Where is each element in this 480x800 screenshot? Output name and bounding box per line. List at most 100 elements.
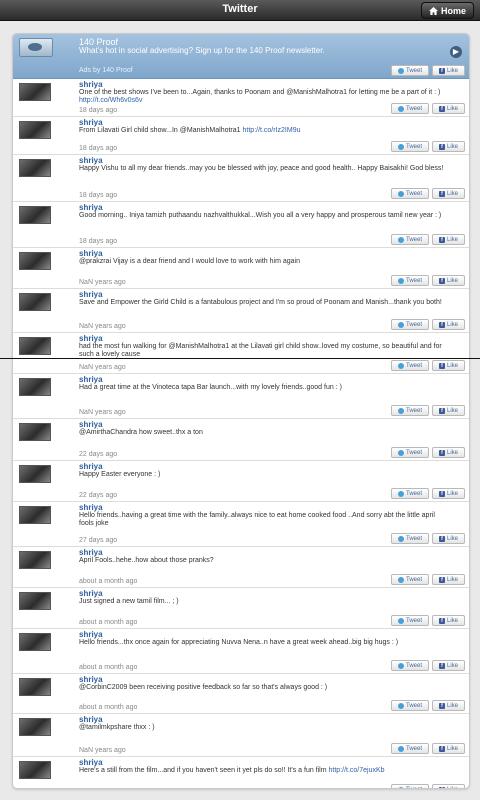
tweet-button[interactable]: Tweet	[391, 275, 429, 286]
tweet-author[interactable]: shriya	[79, 715, 103, 724]
tweet-body: Had a great time at the Vinoteca tapa Ba…	[79, 384, 342, 391]
avatar	[19, 252, 51, 270]
tweet-button[interactable]: Tweet	[391, 743, 429, 754]
tweet-item[interactable]: shriya Hello friends..having a great time…	[13, 502, 469, 547]
ad-tweet-button[interactable]: Tweet	[391, 65, 429, 76]
like-button[interactable]: fLike	[432, 488, 465, 499]
tweet-link[interactable]: http://t.co/rIz2IM9u	[243, 127, 301, 134]
tweet-item[interactable]: shriya had the most fun walking for @Mani…	[13, 333, 469, 374]
like-button[interactable]: fLike	[432, 447, 465, 458]
like-button[interactable]: fLike	[432, 405, 465, 416]
tweet-item[interactable]: shriya From Lilavati Girl child show...In…	[13, 117, 469, 155]
tweet-button[interactable]: Tweet	[391, 784, 429, 788]
like-button[interactable]: fLike	[432, 188, 465, 199]
ad-arrow-icon[interactable]: ▶	[450, 46, 462, 58]
avatar	[19, 551, 51, 569]
tweet-body: @tamilmkpshare thxx : )	[79, 724, 155, 731]
tweet-author[interactable]: shriya	[79, 630, 103, 639]
tweet-item[interactable]: shriya Had a great time at the Vinoteca t…	[13, 374, 469, 419]
tweet-author[interactable]: shriya	[79, 675, 103, 684]
tweet-author[interactable]: shriya	[79, 589, 103, 598]
tweet-text: @tamilmkpshare thxx : )	[79, 724, 449, 732]
tweet-button-label: Tweet	[405, 535, 422, 542]
tweet-author[interactable]: shriya	[79, 80, 103, 89]
tweet-button[interactable]: Tweet	[391, 615, 429, 626]
like-button[interactable]: fLike	[432, 533, 465, 544]
tweet-author[interactable]: shriya	[79, 118, 103, 127]
tweet-author[interactable]: shriya	[79, 375, 103, 384]
tweet-item[interactable]: shriya Happy Easter everyone : ) 22 days …	[13, 461, 469, 502]
like-button[interactable]: fLike	[432, 141, 465, 152]
tweet-item[interactable]: shriya Save and Empower the Girld Child i…	[13, 289, 469, 333]
tweet-item[interactable]: shriya Happy Vishu to all my dear friends…	[13, 155, 469, 202]
like-button[interactable]: fLike	[432, 103, 465, 114]
tweet-author[interactable]: shriya	[79, 548, 103, 557]
tweet-button[interactable]: Tweet	[391, 488, 429, 499]
home-button[interactable]: Home	[420, 2, 474, 19]
tweet-item[interactable]: shriya Here's a still from the film...and…	[13, 757, 469, 788]
tweet-author[interactable]: shriya	[79, 420, 103, 429]
tweet-author[interactable]: shriya	[79, 203, 103, 212]
tweet-button[interactable]: Tweet	[391, 188, 429, 199]
top-bar: Twitter Home	[0, 0, 480, 21]
avatar	[19, 633, 51, 651]
tweet-item[interactable]: shriya Good morning.. Iniya tamizh puthaa…	[13, 202, 469, 248]
ad-banner[interactable]: 140 Proof What's hot in social advertisi…	[13, 34, 469, 79]
tweet-button[interactable]: Tweet	[391, 319, 429, 330]
tweet-body: @AmirthaChandra how sweet..thx a ton	[79, 429, 203, 436]
like-button[interactable]: fLike	[432, 615, 465, 626]
facebook-icon: f	[438, 190, 445, 197]
tweet-author[interactable]: shriya	[79, 290, 103, 299]
tweet-link[interactable]: http://t.co/7ejuxKb	[329, 767, 385, 774]
tweet-body: Here's a still from the film...and if yo…	[79, 767, 327, 774]
tweet-time: about a month ago	[79, 578, 138, 585]
tweet-item[interactable]: shriya April Fools..hehe..how about those…	[13, 547, 469, 588]
tweet-item[interactable]: shriya Just signed a new tamil film... ; …	[13, 588, 469, 629]
ad-like-button[interactable]: f Like	[432, 65, 465, 76]
twitter-bird-icon	[397, 362, 404, 369]
tweet-author[interactable]: shriya	[79, 462, 103, 471]
tweet-link[interactable]: http://t.co/Wh6v0s6v	[79, 97, 142, 104]
like-button[interactable]: fLike	[432, 234, 465, 245]
tweet-feed[interactable]: 140 Proof What's hot in social advertisi…	[12, 33, 470, 789]
tweet-button[interactable]: Tweet	[391, 533, 429, 544]
facebook-icon: f	[438, 745, 445, 752]
tweet-item[interactable]: shriya @prakzrai Vijay is a dear friend a…	[13, 248, 469, 289]
tweet-text: April Fools..hehe..how about those prank…	[79, 557, 449, 565]
tweet-button[interactable]: Tweet	[391, 574, 429, 585]
facebook-icon: f	[438, 786, 445, 788]
facebook-icon: f	[438, 362, 445, 369]
tweet-button[interactable]: Tweet	[391, 234, 429, 245]
like-button[interactable]: fLike	[432, 743, 465, 754]
facebook-icon: f	[438, 67, 445, 74]
tweet-author[interactable]: shriya	[79, 156, 103, 165]
tweet-text: @prakzrai Vijay is a dear friend and I w…	[79, 258, 449, 266]
avatar	[19, 592, 51, 610]
tweet-item[interactable]: shriya Hello friends...thx once again for…	[13, 629, 469, 674]
like-button[interactable]: fLike	[432, 360, 465, 371]
tweet-button[interactable]: Tweet	[391, 700, 429, 711]
tweet-author[interactable]: shriya	[79, 334, 103, 343]
tweet-item[interactable]: shriya @AmirthaChandra how sweet..thx a t…	[13, 419, 469, 461]
tweet-button[interactable]: Tweet	[391, 660, 429, 671]
like-button[interactable]: fLike	[432, 574, 465, 585]
twitter-bird-icon	[397, 407, 404, 414]
tweet-author[interactable]: shriya	[79, 503, 103, 512]
like-button[interactable]: fLike	[432, 319, 465, 330]
tweet-button-label: Tweet	[405, 576, 422, 583]
tweet-item[interactable]: shriya One of the best shows I've been to…	[13, 79, 469, 117]
tweet-button[interactable]: Tweet	[391, 360, 429, 371]
like-button[interactable]: fLike	[432, 784, 465, 788]
like-button[interactable]: fLike	[432, 275, 465, 286]
tweet-item[interactable]: shriya @CorbinC2009 been receiving positi…	[13, 674, 469, 714]
tweet-text: Hello friends..having a great time with …	[79, 512, 449, 528]
like-button[interactable]: fLike	[432, 700, 465, 711]
tweet-author[interactable]: shriya	[79, 758, 103, 767]
tweet-author[interactable]: shriya	[79, 249, 103, 258]
like-button[interactable]: fLike	[432, 660, 465, 671]
tweet-button[interactable]: Tweet	[391, 405, 429, 416]
tweet-button[interactable]: Tweet	[391, 141, 429, 152]
tweet-button[interactable]: Tweet	[391, 103, 429, 114]
tweet-button[interactable]: Tweet	[391, 447, 429, 458]
tweet-item[interactable]: shriya @tamilmkpshare thxx : ) NaN years …	[13, 714, 469, 757]
